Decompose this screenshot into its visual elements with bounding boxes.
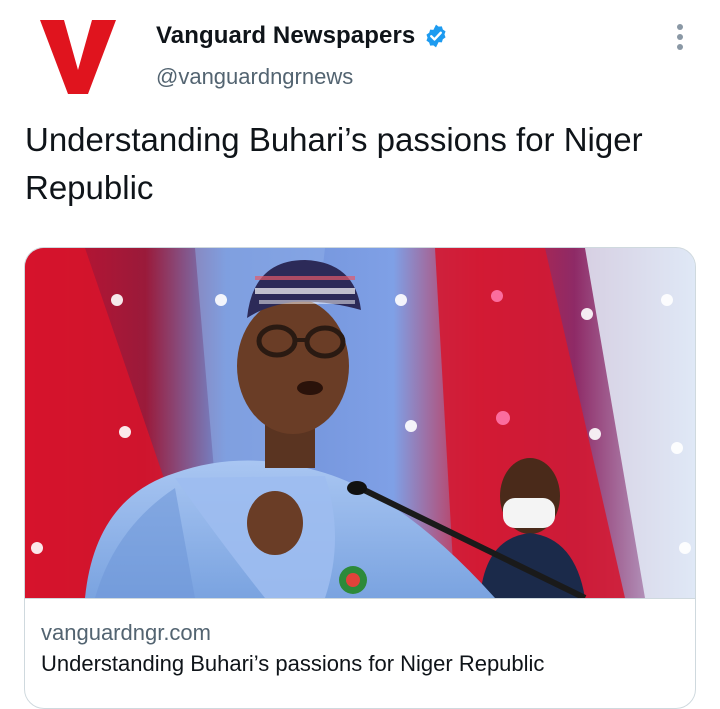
card-image[interactable]: [25, 248, 695, 598]
author-handle[interactable]: @vanguardngrnews: [156, 64, 353, 90]
card-divider: [25, 598, 695, 599]
more-options-button[interactable]: [664, 20, 696, 54]
card-title: Understanding Buhari’s passions for Nige…: [41, 651, 545, 676]
tweet-text: Understanding Buhari’s passions for Nige…: [25, 121, 643, 206]
more-vertical-icon-dot: [677, 44, 683, 50]
author-name[interactable]: Vanguard Newspapers: [156, 22, 415, 50]
link-card[interactable]: vanguardngr.com Understanding Buhari’s p…: [24, 247, 696, 709]
vanguard-logo-icon: [40, 20, 116, 94]
card-photo: [25, 248, 695, 598]
avatar[interactable]: [30, 18, 126, 98]
tweet: Vanguard Newspapers @vanguardngrnews Und…: [0, 0, 720, 709]
verified-badge-icon: [423, 23, 449, 49]
more-vertical-icon-dot: [677, 24, 683, 30]
card-domain: vanguardngr.com: [41, 620, 211, 645]
author-name-row: Vanguard Newspapers: [156, 22, 449, 50]
more-vertical-icon-dot: [677, 34, 683, 40]
